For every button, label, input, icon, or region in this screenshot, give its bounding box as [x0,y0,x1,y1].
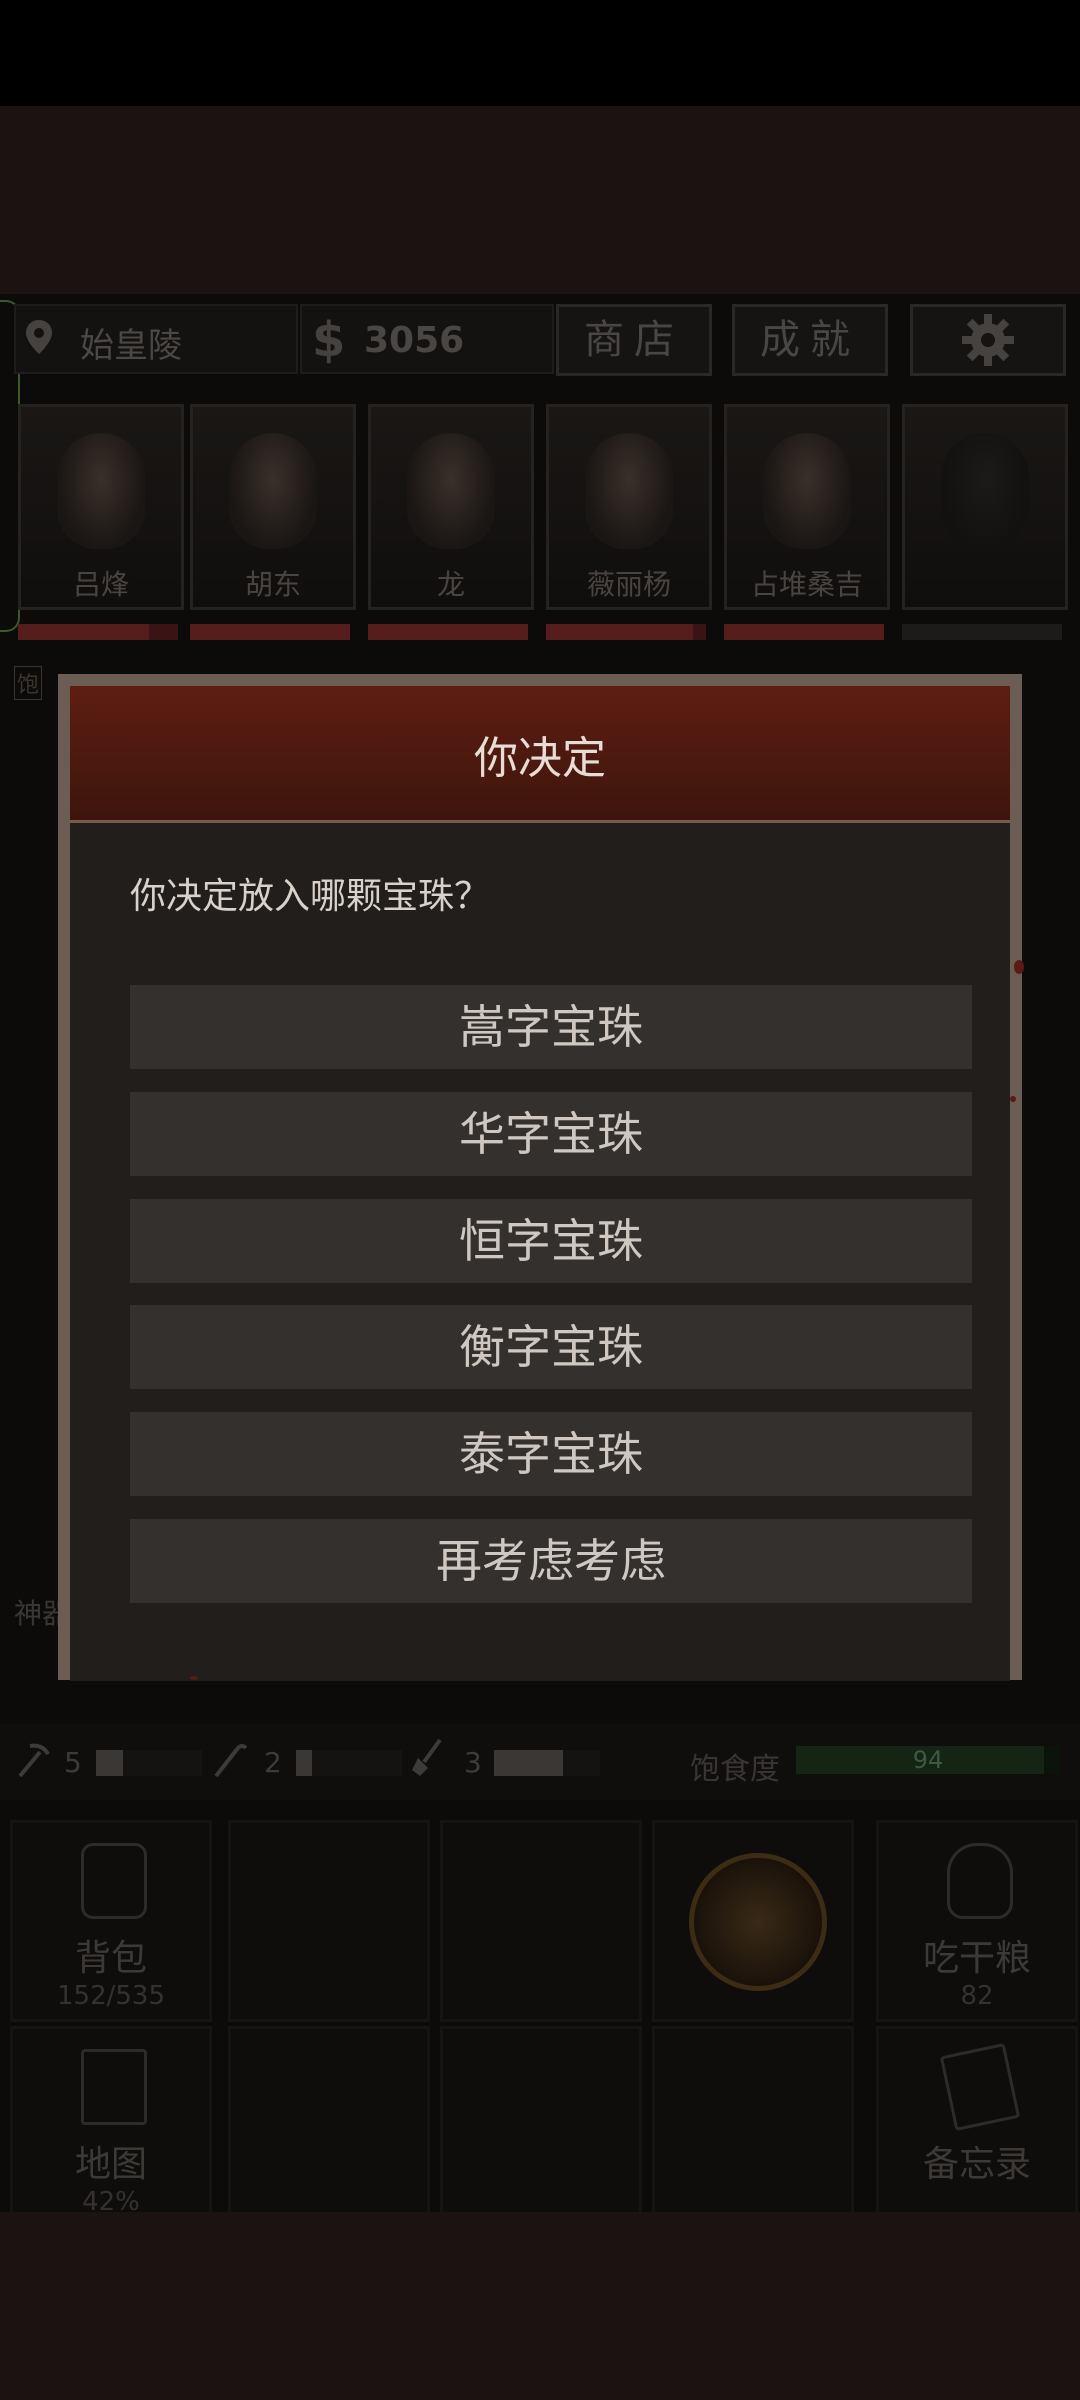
food-bag-icon [947,1843,1013,1919]
eat-rations-label: 吃干粮 [922,1938,1031,1979]
shop-button[interactable]: 商店 [556,304,712,376]
tool-bar [296,1750,402,1776]
top-letterbox [0,106,1080,294]
party-member-6-empty[interactable] [902,404,1068,610]
member-name: 吕烽 [72,568,129,601]
backpack-capacity: 152/535 [56,1981,165,2011]
dialog-body: 你决定放入哪颗宝珠？ 嵩字宝珠 华字宝珠 恒字宝珠 衡字宝珠 泰字宝珠 再考虑考… [70,823,1010,1681]
pickaxe-icon [18,1743,50,1778]
grid-slot[interactable] [440,2026,642,2212]
interact-button[interactable] [652,1820,854,2022]
option-song-pearl-button[interactable]: 嵩字宝珠 [130,985,972,1069]
hp-bar [368,624,528,640]
gear-icon [962,314,1014,366]
backpack-icon [81,1843,147,1919]
map-icon [81,2049,147,2125]
party-member-3[interactable]: 龙 [368,404,534,610]
blood-speck [1010,1096,1016,1102]
member-name: 薇丽杨 [586,568,671,601]
hp-bar [546,624,706,640]
party-member-2[interactable]: 胡东 [190,404,356,610]
location-name: 始皇陵 [80,326,182,366]
notebook-icon [939,2042,1021,2132]
money-value: 3056 [364,320,465,361]
achievement-button[interactable]: 成就 [732,304,888,376]
portrait-image [407,433,495,549]
memo-label: 备忘录 [922,2144,1031,2185]
shovel-icon [412,1738,442,1776]
option-heng-pearl-button[interactable]: 恒字宝珠 [130,1199,972,1283]
status-bar-area [0,0,1080,106]
grid-slot[interactable] [652,2026,854,2212]
party-member-5[interactable]: 占堆桑吉 [724,404,890,610]
tool-count: 5 [64,1746,82,1779]
portrait-image [57,433,145,549]
map-label: 地图 [74,2144,147,2185]
hp-bar [902,624,1062,640]
hp-bar [18,624,178,640]
hand-icon [689,1853,827,1991]
dialog-prompt: 你决定放入哪颗宝珠？ [130,876,491,917]
crowbar-icon [214,1744,248,1778]
member-name: 占堆桑吉 [750,568,863,601]
tool-bar [494,1750,600,1776]
silhouette-icon [941,433,1029,549]
backpack-label: 背包 [74,1938,147,1979]
choice-dialog: 你决定 你决定放入哪颗宝珠？ 嵩字宝珠 华字宝珠 恒字宝珠 衡字宝珠 泰字宝珠 … [58,674,1024,1681]
rations-count: 82 [960,1981,994,2011]
portrait-image [763,433,851,549]
member-name: 龙 [436,568,465,601]
bottom-letterbox [0,2212,1080,2400]
party-member-4[interactable]: 薇丽杨 [546,404,712,610]
option-hua-pearl-button[interactable]: 华字宝珠 [130,1092,972,1176]
option-heng2-pearl-button[interactable]: 衡字宝珠 [130,1305,972,1389]
status-flag: 饱 [14,666,43,700]
memo-button[interactable]: 备忘录 [876,2026,1078,2212]
grid-slot[interactable] [440,1820,642,2022]
grid-slot[interactable] [228,2026,430,2212]
map-pin-icon [26,320,52,354]
tool-bar [96,1750,202,1776]
portrait-image [229,433,317,549]
tool-count: 3 [464,1746,482,1779]
map-button[interactable]: 地图 42% [10,2026,212,2212]
dialog-header: 你决定 [70,686,1010,823]
backpack-button[interactable]: 背包 152/535 [10,1820,212,2022]
eat-rations-button[interactable]: 吃干粮 82 [876,1820,1078,2022]
tool-count: 2 [264,1746,282,1779]
portrait-image [585,433,673,549]
dollar-icon: $ [312,312,346,368]
satiety-label: 饱食度 [690,1752,780,1787]
settings-button[interactable] [910,304,1066,376]
dialog-title: 你决定 [474,733,606,784]
hp-bar [190,624,350,640]
grid-slot[interactable] [228,1820,430,2022]
blood-speck [1014,960,1024,974]
member-name: 胡东 [244,568,301,601]
satiety-value: 94 [912,1746,944,1774]
hp-bar [724,624,884,640]
reconsider-button[interactable]: 再考虑考虑 [130,1519,972,1603]
map-progress: 42% [82,2187,140,2212]
party-member-1[interactable]: 吕烽 [18,404,184,610]
blood-speck [190,1676,198,1680]
option-tai-pearl-button[interactable]: 泰字宝珠 [130,1412,972,1496]
